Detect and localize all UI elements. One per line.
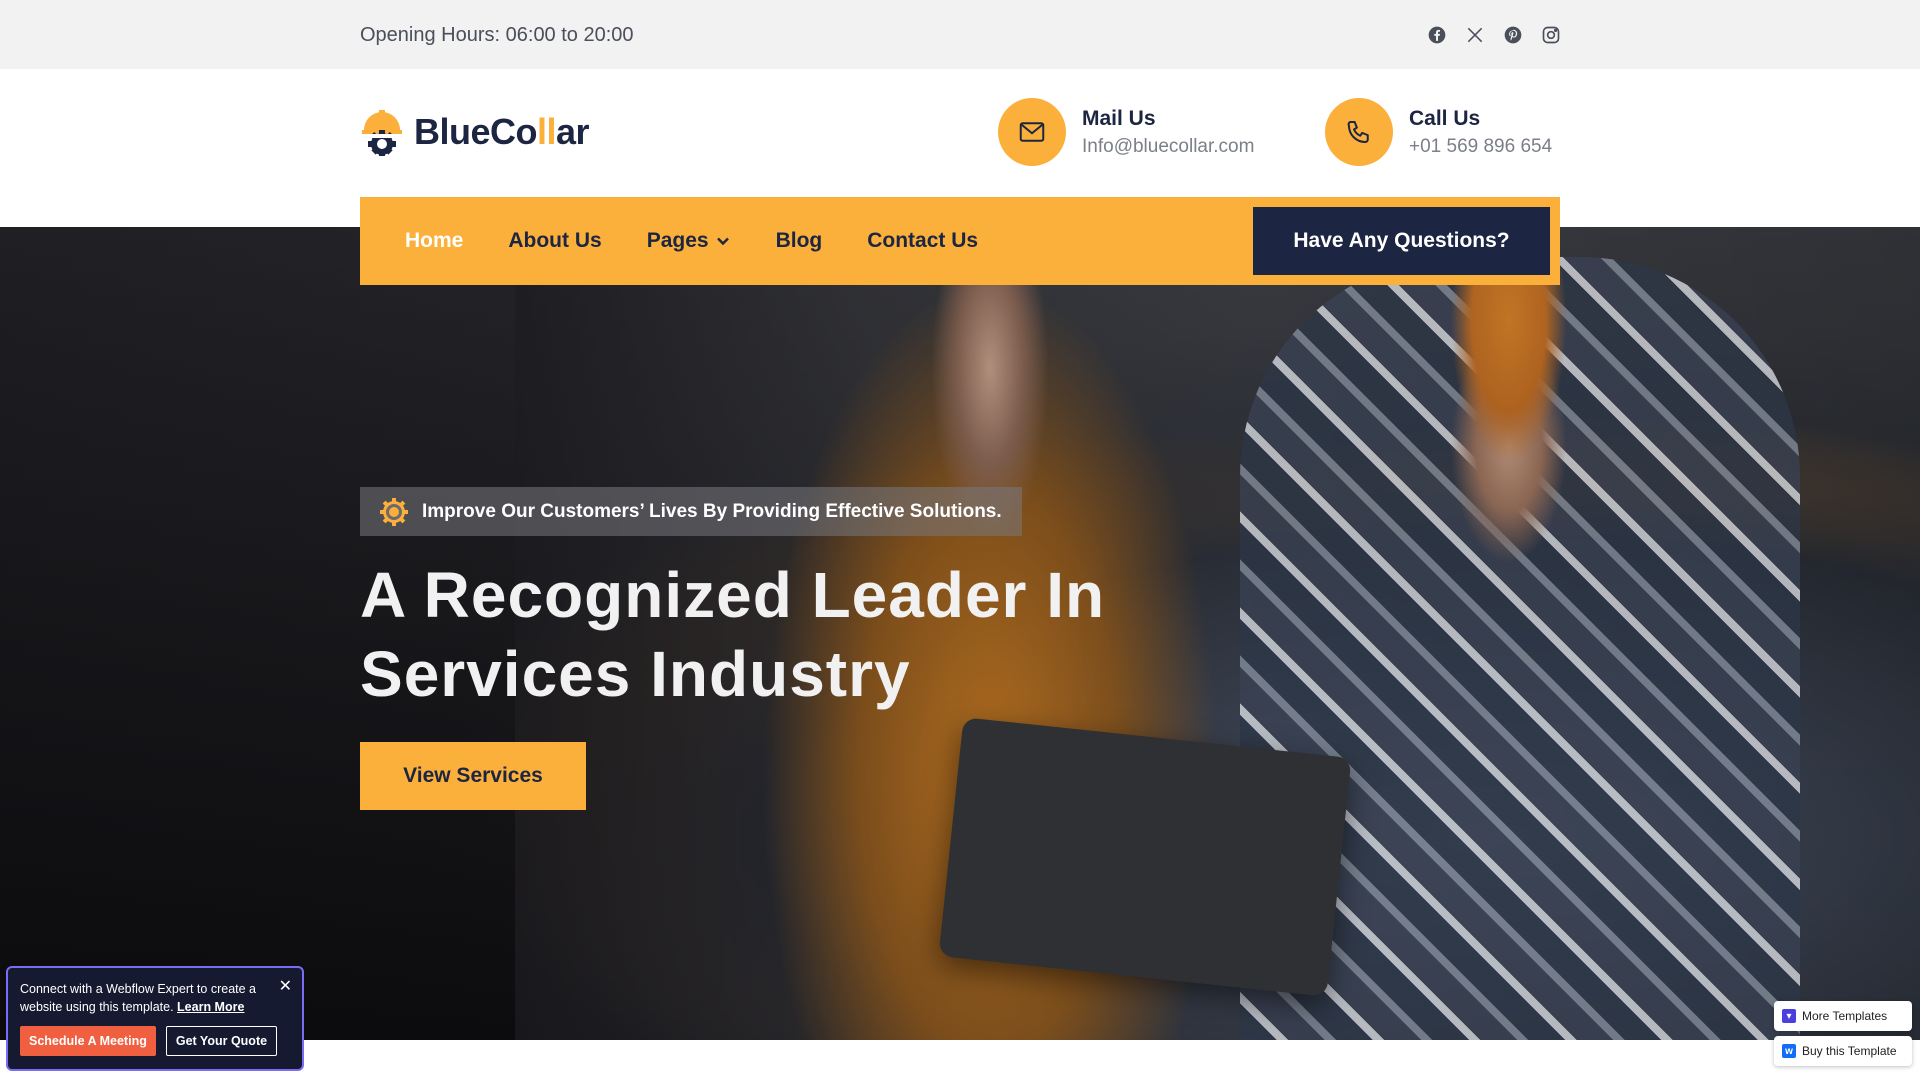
learn-more-link[interactable]: Learn More [177,1000,244,1014]
more-templates-label: More Templates [1802,1009,1888,1023]
schedule-meeting-button[interactable]: Schedule A Meeting [20,1026,156,1056]
nav-home[interactable]: Home [405,229,463,253]
webflow-expert-popup: ✕ Connect with a Webflow Expert to creat… [6,966,304,1071]
buy-template-button[interactable]: w Buy this Template [1774,1036,1912,1066]
hardhat-gear-icon [362,110,402,156]
hero-laptop [938,717,1352,997]
close-icon[interactable]: ✕ [279,976,292,996]
mail-value[interactable]: Info@bluecollar.com [1082,136,1254,158]
hero-tagline: Improve Our Customers’ Lives By Providin… [360,487,1022,536]
phone-icon [1325,98,1393,166]
questions-button[interactable]: Have Any Questions? [1253,207,1550,275]
gear-icon [380,497,408,526]
logo-text: BlueCollar [414,111,590,152]
nav-blog[interactable]: Blog [776,229,823,253]
facebook-icon[interactable] [1426,24,1447,45]
webflow-icon: w [1782,1044,1796,1058]
nav-about-us[interactable]: About Us [508,229,601,253]
chevron-down-icon [716,237,729,246]
main-navigation: Home About Us Pages Blog Contact Us Have… [360,197,1560,285]
nav-pages-label: Pages [646,229,709,252]
hero-tagline-text: Improve Our Customers’ Lives By Providin… [422,500,1002,522]
get-quote-button[interactable]: Get Your Quote [165,1026,278,1056]
call-label: Call Us [1409,106,1481,130]
view-services-button[interactable]: View Services [360,742,586,810]
call-value[interactable]: +01 569 896 654 [1409,136,1552,158]
social-links [1426,24,1561,45]
popup-message: Connect with a Webflow Expert to create … [20,980,282,1016]
nav-contact-us[interactable]: Contact Us [867,229,978,253]
pinterest-icon[interactable] [1502,24,1523,45]
call-contact[interactable]: Call Us +01 569 896 654 [1325,98,1552,166]
more-templates-button[interactable]: ▾ More Templates [1774,1001,1912,1031]
mail-icon [998,98,1066,166]
instagram-icon[interactable] [1540,24,1561,45]
mail-label: Mail Us [1082,106,1156,130]
x-icon[interactable] [1464,24,1485,45]
hero-headline: A Recognized Leader In Services Industry [360,556,1180,714]
templates-icon: ▾ [1782,1009,1796,1023]
nav-pages[interactable]: Pages [647,229,731,253]
buy-template-label: Buy this Template [1802,1044,1897,1058]
hero-headline-line2: Services Industry [360,638,911,710]
site-logo[interactable]: BlueCollar [360,108,590,156]
opening-hours: Opening Hours: 06:00 to 20:00 [360,24,634,46]
hero-headline-line1: A Recognized Leader In [360,559,1106,631]
top-bar: Opening Hours: 06:00 to 20:00 [0,0,1920,69]
mail-contact[interactable]: Mail Us Info@bluecollar.com [998,98,1254,166]
